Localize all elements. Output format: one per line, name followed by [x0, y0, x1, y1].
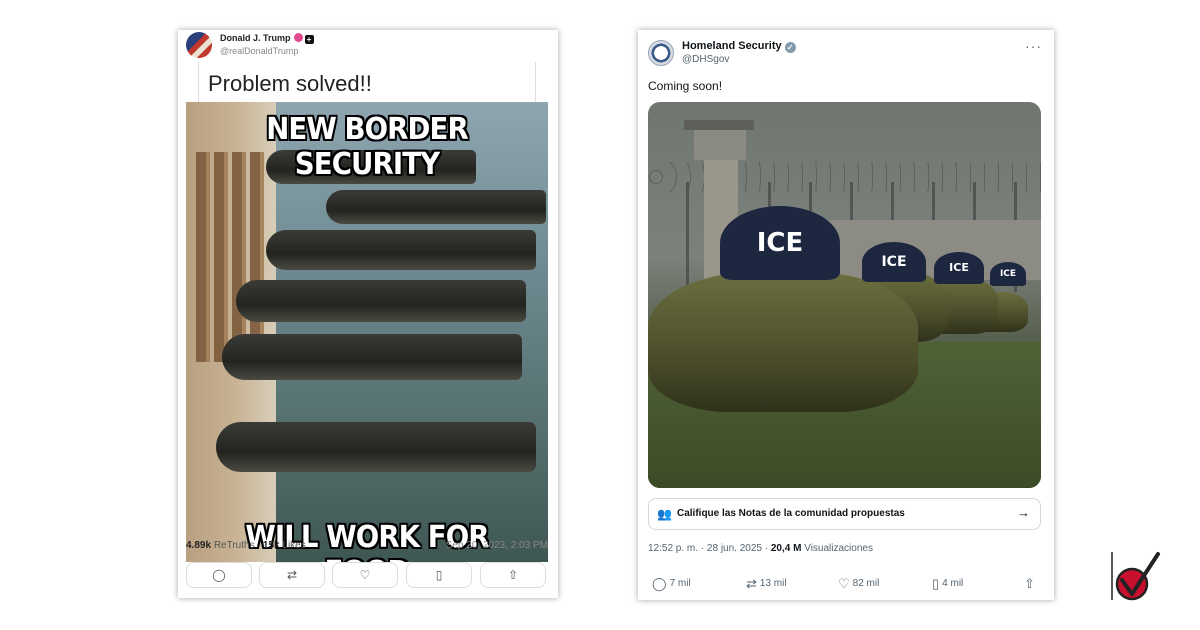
- repost-button[interactable]: ⇄ 13 mil: [746, 576, 787, 592]
- bookmark-icon: ▯: [932, 576, 940, 591]
- author-name-text: Homeland Security: [682, 40, 782, 52]
- repost-count: 13 mil: [759, 578, 787, 589]
- reply-icon: ◯: [212, 568, 226, 582]
- likes-label: Likes: [282, 540, 306, 551]
- like-icon: ♡: [838, 576, 850, 591]
- ice-cap: ICE: [862, 242, 926, 282]
- retruth-button[interactable]: ⇄: [259, 562, 325, 588]
- author-name-text: Donald J. Trump: [220, 33, 291, 43]
- reply-icon: ◯: [652, 576, 667, 591]
- post-text: Problem solved!!: [208, 71, 372, 96]
- like-button[interactable]: ♡ 82 mil: [838, 576, 879, 592]
- post-text: Coming soon!: [648, 79, 723, 93]
- likes-count[interactable]: 15k: [263, 540, 280, 551]
- dhs-seal-avatar[interactable]: [648, 40, 674, 66]
- post-timestamp[interactable]: Sep 20, 2023, 2:03 PM: [446, 540, 548, 551]
- verified-badge-icon: [293, 33, 303, 42]
- post-timestamp[interactable]: 12:52 p. m. · 28 jun. 2025 ·: [648, 543, 771, 554]
- wooden-posts: [196, 152, 266, 362]
- alligator-figure: [648, 272, 918, 412]
- bookmark-icon: ▯: [435, 568, 443, 582]
- like-button[interactable]: ♡: [332, 562, 398, 588]
- like-icon: ♡: [359, 568, 371, 582]
- community-notes-prompt[interactable]: 👥 Califique las Notas de la comunidad pr…: [648, 498, 1041, 530]
- ice-cap: ICE: [934, 252, 984, 284]
- author-avatar[interactable]: [186, 32, 212, 58]
- share-icon: ⇧: [1024, 576, 1035, 591]
- post-metadata: 12:52 p. m. · 28 jun. 2025 · 20,4 M Visu…: [648, 543, 873, 554]
- alligator-figure: [266, 230, 536, 270]
- watchtower-cabin: [694, 130, 746, 160]
- retruth-icon: ⇄: [286, 568, 298, 582]
- retruths-label: ReTruths: [213, 540, 255, 551]
- verified-badge-icon: ✓: [784, 42, 796, 53]
- alligator-figure: [326, 190, 546, 224]
- like-count: 82 mil: [852, 578, 880, 589]
- bookmark-button[interactable]: ▯ 4 mil: [932, 576, 963, 592]
- engagement-stats: 4.89k ReTruths 15k Likes: [186, 540, 306, 551]
- alligator-figure: [222, 334, 522, 380]
- author-handle[interactable]: @DHSgov: [682, 54, 729, 65]
- action-bar: ◯ 7 mil ⇄ 13 mil ♡ 82 mil ▯ 4 mil ⇧: [648, 576, 1041, 594]
- share-button[interactable]: ⇧: [1024, 576, 1038, 592]
- bookmark-button[interactable]: ▯: [406, 562, 472, 588]
- alligator-figure: [216, 422, 536, 472]
- reply-button[interactable]: ◯: [186, 562, 252, 588]
- retruths-count[interactable]: 4.89k: [186, 540, 211, 551]
- views-count: 20,4 M: [770, 543, 802, 554]
- ice-alligators-image[interactable]: ICE ICE ICE ICE: [648, 102, 1041, 488]
- repost-icon: ⇄: [746, 576, 757, 591]
- community-notes-label: Califique las Notas de la comunidad prop…: [677, 508, 905, 519]
- ice-cap: ICE: [990, 262, 1026, 286]
- meme-top-caption: NEW BORDER SECURITY: [266, 112, 469, 182]
- author-handle[interactable]: @realDonaldTrump: [220, 46, 298, 56]
- x-post-card: Homeland Security ✓ @DHSgov ··· Coming so…: [638, 30, 1054, 600]
- fact-check-logo-icon: [1111, 552, 1160, 601]
- alligator-figure: [236, 280, 526, 322]
- views-label: Visualizaciones: [804, 543, 873, 554]
- community-notes-icon: 👥: [657, 507, 672, 521]
- truth-social-post-card: Donald J. Trump + @realDonaldTrump Proble…: [178, 30, 558, 598]
- meme-image[interactable]: NEW BORDER SECURITY WILL WORK FOR FOOD: [186, 102, 548, 562]
- ice-cap: ICE: [720, 206, 840, 280]
- more-options-icon[interactable]: ···: [1025, 38, 1042, 54]
- share-icon: ⇧: [507, 568, 519, 582]
- reply-count: 7 mil: [669, 578, 691, 589]
- share-button[interactable]: ⇧: [480, 562, 546, 588]
- author-name[interactable]: Donald J. Trump +: [220, 33, 314, 44]
- watchtower-roof: [684, 120, 754, 130]
- arrow-right-icon: →: [1017, 505, 1030, 520]
- plus-badge-icon: +: [304, 35, 314, 44]
- author-name[interactable]: Homeland Security ✓: [682, 40, 796, 53]
- reply-button[interactable]: ◯ 7 mil: [652, 576, 691, 592]
- bookmark-count: 4 mil: [942, 578, 964, 589]
